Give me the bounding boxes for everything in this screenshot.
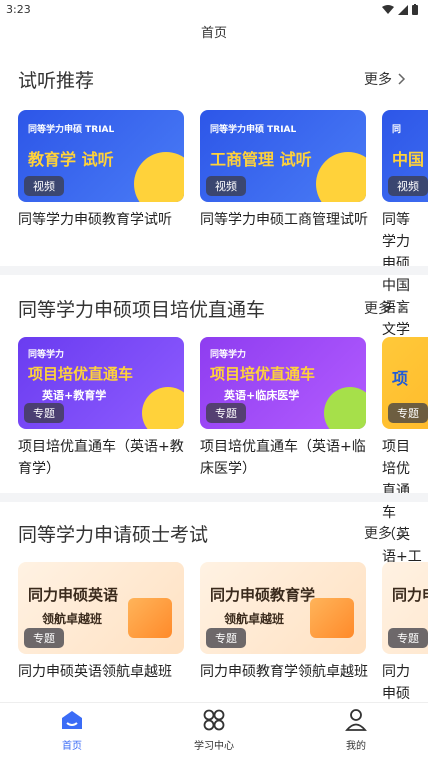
grid-icon <box>203 709 225 731</box>
type-badge: 专题 <box>206 403 246 423</box>
course-thumbnail: 同等学力 项目培优直通车 英语+教育学 专题 <box>18 337 184 429</box>
course-title: 项目培优直通车（英语+教育学） <box>18 439 184 477</box>
tab-home[interactable]: 首页 <box>32 709 112 752</box>
course-thumbnail: 同力申硕教育学 领航卓越班 专题 <box>200 562 366 654</box>
course-thumbnail: 项 专题 <box>382 337 428 429</box>
section-divider <box>0 493 428 502</box>
course-thumbnail: 同力申硕英语 领航卓越班 专题 <box>18 562 184 654</box>
folder-icon <box>128 598 172 638</box>
section-express: 同等学力申硕项目培优直通车 更多 同等学力 项目培优直通车 英语+教育学 专题 … <box>0 275 428 609</box>
chevron-right-icon <box>398 73 406 85</box>
page-title: 首页 <box>200 26 227 41</box>
folder-icon <box>310 598 354 638</box>
section-exam: 同等学力申请硕士考试 更多 同力申硕英语 领航卓越班 专题 同力申硕英语领航卓越… <box>0 502 428 702</box>
user-icon <box>345 709 367 731</box>
course-thumbnail: 同等学力 项目培优直通车 英语+临床医学 专题 <box>200 337 366 429</box>
more-link[interactable]: 更多 <box>364 69 406 89</box>
more-link[interactable]: 更多 <box>364 298 406 318</box>
type-badge: 专题 <box>388 628 428 648</box>
chevron-right-icon <box>398 527 406 539</box>
bottom-tab-bar: 首页 学习中心 我的 <box>0 702 428 761</box>
battery-icon <box>412 4 418 15</box>
status-bar: 3:23 <box>0 0 428 20</box>
section-divider <box>0 266 428 275</box>
course-thumbnail: 同等学力申硕 TRIAL 工商管理 试听 视频 <box>200 110 366 202</box>
type-badge: 视频 <box>206 176 246 196</box>
type-badge: 专题 <box>24 628 64 648</box>
tab-profile[interactable]: 我的 <box>316 709 396 752</box>
section-title: 试听推荐 <box>18 70 95 92</box>
course-thumbnail: 同 中国 视频 <box>382 110 428 202</box>
more-link[interactable]: 更多 <box>364 523 406 543</box>
top-bar: 首页 <box>0 20 428 48</box>
main-content[interactable]: 试听推荐 更多 同等学力申硕 TRIAL 教育学 试听 视频 同等学力申硕教育学… <box>0 48 428 702</box>
course-title: 项目培优直通车（英语+临床医学） <box>200 439 366 477</box>
section-title: 同等学力申请硕士考试 <box>18 524 209 546</box>
type-badge: 专题 <box>388 403 428 423</box>
type-badge: 视频 <box>24 176 64 196</box>
course-title: 同等学力申硕工商管理试听 <box>200 212 368 228</box>
status-time: 3:23 <box>6 3 31 16</box>
course-title: 同力申硕英语领航卓越班 <box>18 664 172 680</box>
type-badge: 专题 <box>24 403 64 423</box>
chevron-right-icon <box>398 302 406 314</box>
wifi-icon <box>382 4 394 14</box>
course-thumbnail: 同等学力申硕 TRIAL 教育学 试听 视频 <box>18 110 184 202</box>
course-title: 同力申硕领航卓越班 <box>382 664 410 702</box>
section-title: 同等学力申硕项目培优直通车 <box>18 299 266 321</box>
tab-learning-center[interactable]: 学习中心 <box>174 709 254 752</box>
section-trial: 试听推荐 更多 同等学力申硕 TRIAL 教育学 试听 视频 同等学力申硕教育学… <box>0 48 428 360</box>
home-icon <box>62 711 82 729</box>
course-title: 同等学力申硕教育学试听 <box>18 212 172 228</box>
course-title: 同力申硕教育学领航卓越班 <box>200 664 368 680</box>
signal-icon <box>398 4 408 15</box>
type-badge: 专题 <box>206 628 246 648</box>
course-thumbnail: 同力申 专题 <box>382 562 428 654</box>
type-badge: 视频 <box>388 176 428 196</box>
